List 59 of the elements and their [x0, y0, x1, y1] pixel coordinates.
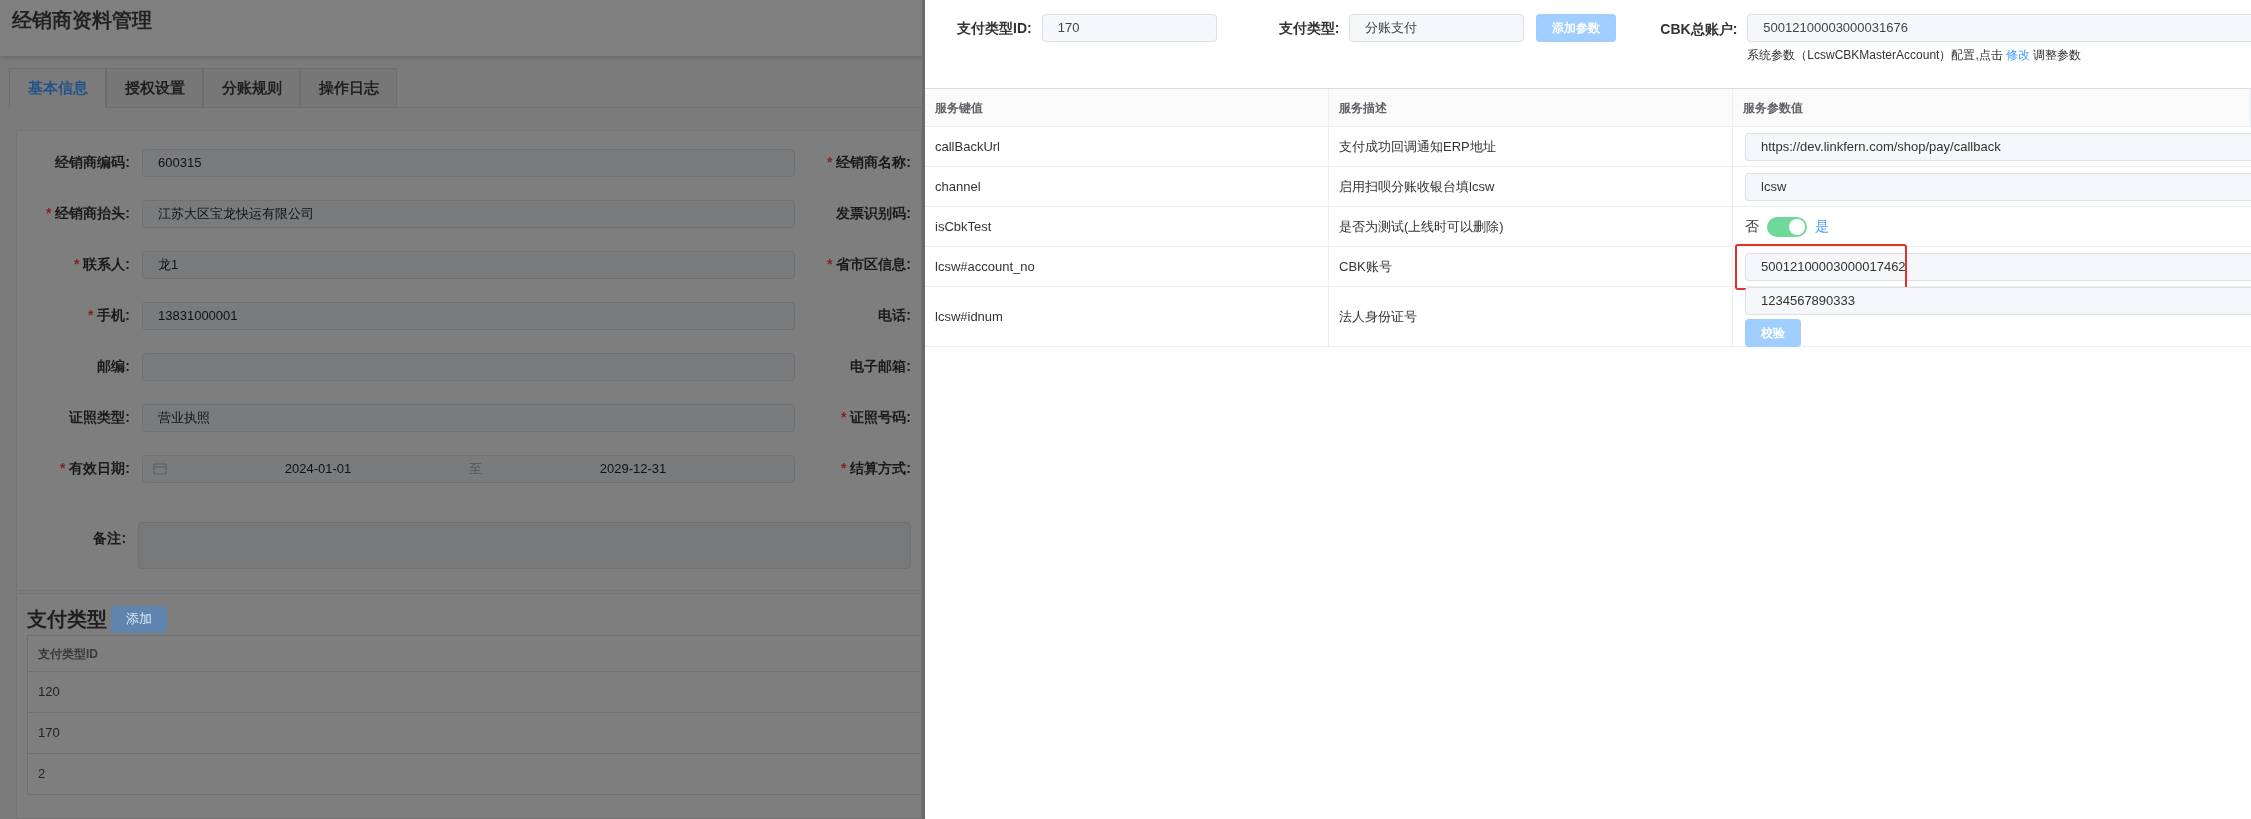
field-label: 证照类型: [68, 408, 131, 427]
text-field[interactable]: 600315 [142, 148, 795, 177]
field-label: * 有效日期: [58, 459, 131, 478]
column-header: 支付类型ID [38, 645, 98, 663]
field-label: 支付类型ID: [957, 18, 1032, 38]
table-cell-text: 2 [38, 765, 46, 784]
table-cell-text: 支付成功回调通知ERP地址 [1339, 137, 1496, 156]
parameter-field[interactable]: 50012100003000017462 [1745, 252, 2251, 281]
switch-label: 是 [1815, 217, 1829, 236]
field-label: 邮编: [96, 357, 131, 376]
field-label: 电话: [877, 306, 911, 325]
field-label: * 结算方式: [839, 459, 911, 478]
parameter-field[interactable]: https://dev.linkfern.com/shop/pay/callback [1745, 132, 2251, 161]
calendar-icon [153, 462, 167, 475]
switch-label: 否 [1745, 217, 1759, 236]
hint-text: 系统参数（LcswCBKMasterAccount）配置,点击 修改 调整参数 [1747, 47, 2083, 64]
tab[interactable]: 分账规则 [203, 68, 300, 108]
field-label: 备注: [92, 529, 128, 548]
tab[interactable]: 授权设置 [106, 68, 203, 108]
table-cell-text: 法人身份证号 [1339, 307, 1417, 326]
section-title: 支付类型 [27, 607, 107, 632]
table-cell-text: channel [935, 177, 981, 196]
field-label: * 联系人: [72, 255, 131, 274]
text-field[interactable]: 13831000001 [142, 301, 795, 330]
table-cell-text: callBackUrl [935, 137, 1000, 156]
page-title: 经销商资料管理 [12, 8, 152, 33]
table-cell-text: 启用扫呗分账收银台填lcsw [1339, 177, 1495, 196]
field-label: * 手机: [86, 306, 131, 325]
text-field[interactable]: 分账支付 [1349, 14, 1525, 42]
table-cell-text: 170 [38, 724, 60, 743]
table-cell-text: 120 [38, 683, 60, 702]
text-field[interactable]: 龙1 [142, 250, 795, 279]
text-field[interactable]: 江苏大区宝龙快运有限公司 [142, 199, 795, 228]
edit-link[interactable]: 修改 [2006, 48, 2031, 62]
field-label: * 经销商抬头: [44, 204, 131, 223]
table-cell-text: lcsw#account_no [935, 257, 1035, 276]
field-label: * 证照号码: [839, 408, 911, 427]
toggle-switch[interactable] [1767, 216, 1807, 237]
parameter-field[interactable]: lcsw [1745, 172, 2251, 201]
field-label: 经销商编码: [54, 153, 131, 172]
table-cell-text: lcsw#idnum [935, 307, 1003, 326]
field-label: CBK总账户: [1660, 20, 1738, 39]
column-header: 服务描述 [1339, 99, 1387, 117]
parameter-field[interactable]: 1234567890333 [1745, 286, 2251, 315]
field-label: 电子邮箱: [849, 357, 911, 376]
add-button[interactable]: 添加 [111, 605, 167, 633]
text-field[interactable]: 50012100003000031676 [1747, 14, 2251, 42]
table-cell-text: isCbkTest [935, 217, 992, 236]
field-label: * 经销商名称: [825, 153, 911, 172]
column-header: 服务键值 [935, 99, 983, 117]
column-header: 服务参数值 [1743, 99, 1803, 117]
field-label: 发票识别码: [835, 204, 911, 223]
field-label: * 省市区信息: [825, 255, 911, 274]
text-field[interactable]: 营业执照 [142, 403, 795, 432]
field-label: 支付类型: [1278, 18, 1340, 38]
table-cell-text: CBK账号 [1339, 257, 1392, 276]
table-cell-text: 是否为测试(上线时可以删除) [1339, 217, 1504, 236]
tab[interactable]: 操作日志 [300, 68, 397, 108]
text-field[interactable]: 170 [1041, 14, 1217, 42]
